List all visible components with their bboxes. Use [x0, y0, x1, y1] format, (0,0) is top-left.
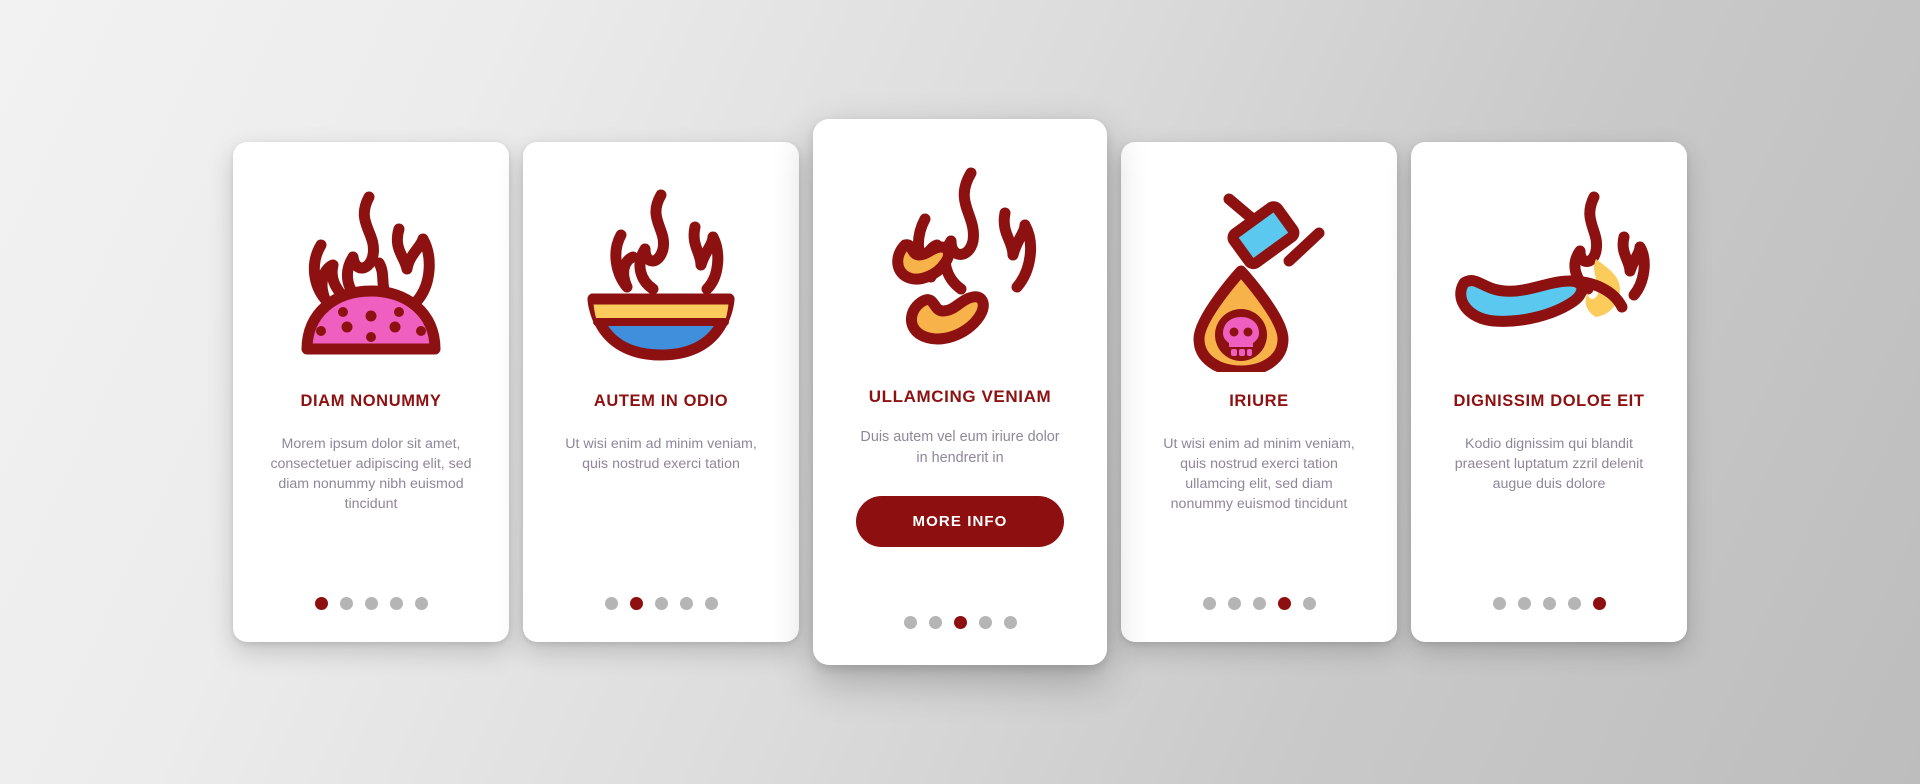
poison-dropper-skull-icon — [1193, 193, 1325, 372]
card-title: AUTEM IN ODIO — [593, 392, 729, 410]
pagination-dots — [1411, 597, 1687, 610]
pagination-dot[interactable] — [1542, 597, 1556, 610]
pagination-dot[interactable] — [903, 616, 917, 629]
flaming-bowl-icon — [587, 189, 735, 361]
card-title: DIAM NONUMMY — [300, 392, 442, 410]
card-illustration — [813, 119, 1107, 387]
flaming-spoon-icon — [1455, 191, 1650, 327]
pagination-dot[interactable] — [1517, 597, 1531, 610]
pagination-dots — [233, 597, 509, 610]
onboarding-card: ULLAMCING VENIAM Duis autem vel eum iriu… — [813, 119, 1107, 665]
pagination-dot[interactable] — [629, 597, 643, 610]
pagination-dot[interactable] — [1592, 597, 1606, 610]
card-body-text: Duis autem vel eum iriure dolor in hendr… — [860, 429, 1060, 466]
pagination-dot[interactable] — [1252, 597, 1266, 610]
pagination-dot[interactable] — [604, 597, 618, 610]
onboarding-card: AUTEM IN ODIO Ut wisi enim ad minim veni… — [523, 142, 799, 642]
card-illustration — [1411, 142, 1687, 392]
onboarding-card-row: DIAM NONUMMY Morem ipsum dolor sit amet,… — [0, 0, 1920, 784]
onboarding-card: DIGNISSIM DOLOE EIT Kodio dignissim qui … — [1411, 142, 1687, 642]
onboarding-card: IRIURE Ut wisi enim ad minim veniam, qui… — [1121, 142, 1397, 642]
card-title: ULLAMCING VENIAM — [868, 387, 1052, 406]
more-info-button[interactable]: MORE INFO — [856, 496, 1064, 548]
card-title: DIGNISSIM DOLOE EIT — [1453, 392, 1645, 410]
onboarding-card: DIAM NONUMMY Morem ipsum dolor sit amet,… — [233, 142, 509, 642]
pagination-dot[interactable] — [679, 597, 693, 610]
card-illustration — [523, 142, 799, 392]
pagination-dot[interactable] — [414, 597, 428, 610]
pagination-dot[interactable] — [1492, 597, 1506, 610]
pagination-dot[interactable] — [1202, 597, 1216, 610]
pagination-dot[interactable] — [1277, 597, 1291, 610]
pagination-dots — [1121, 597, 1397, 610]
pagination-dot[interactable] — [1567, 597, 1581, 610]
flame-over-chili-mound-icon — [301, 191, 441, 355]
pagination-dot[interactable] — [1003, 616, 1017, 629]
card-illustration — [233, 142, 509, 392]
pagination-dot[interactable] — [339, 597, 353, 610]
pagination-dot[interactable] — [1227, 597, 1241, 610]
pagination-dot[interactable] — [364, 597, 378, 610]
card-body-text: Ut wisi enim ad minim veniam, quis nostr… — [565, 435, 757, 472]
pagination-dot[interactable] — [314, 597, 328, 610]
card-body-text: Kodio dignissim qui blandit praesent lup… — [1454, 435, 1644, 493]
pagination-dot[interactable] — [1302, 597, 1316, 610]
pagination-dot[interactable] — [704, 597, 718, 610]
card-body-text: Morem ipsum dolor sit amet, consectetuer… — [270, 435, 472, 513]
pagination-dot[interactable] — [654, 597, 668, 610]
pagination-dot[interactable] — [928, 616, 942, 629]
pagination-dot[interactable] — [389, 597, 403, 610]
flaming-chili-peppers-icon — [892, 167, 1036, 345]
card-title: IRIURE — [1229, 392, 1289, 410]
pagination-dot[interactable] — [953, 616, 967, 629]
pagination-dots — [523, 597, 799, 610]
pagination-dots — [813, 616, 1107, 629]
card-body-text: Ut wisi enim ad minim veniam, quis nostr… — [1163, 435, 1355, 513]
pagination-dot[interactable] — [978, 616, 992, 629]
card-illustration — [1121, 142, 1397, 392]
